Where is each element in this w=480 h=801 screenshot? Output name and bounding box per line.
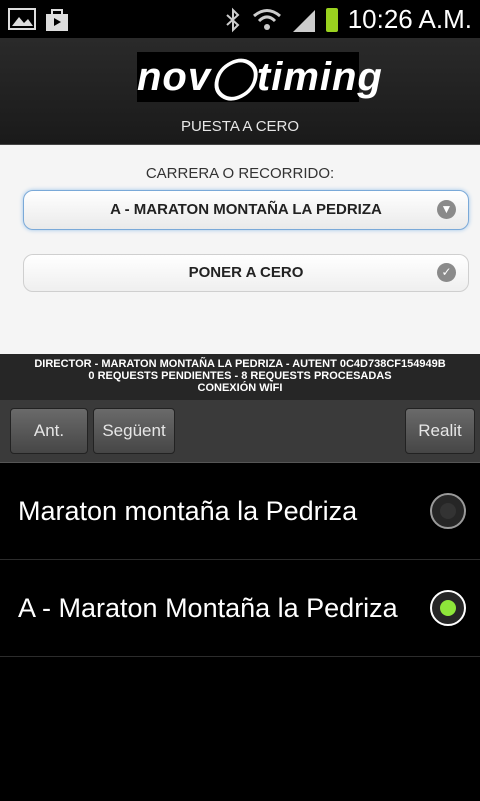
app-logo: nov◯timing — [137, 52, 382, 102]
page-title: PUESTA A CERO — [180, 118, 300, 135]
options-list: Maraton montaña la Pedriza A - Maraton M… — [0, 463, 480, 801]
next-button[interactable]: Següent — [93, 408, 175, 454]
battery-icon — [325, 7, 338, 32]
list-item[interactable]: A - Maraton Montaña la Pedriza — [0, 560, 480, 657]
signal-icon — [292, 9, 315, 32]
reset-button-label: PONER A CERO — [188, 264, 304, 281]
status-bar: 10:26 A.M. — [0, 0, 480, 38]
list-item-label: A - Maraton Montaña la Pedriza — [18, 593, 398, 623]
info-line-3: CONEXIÓN WIFI — [197, 382, 283, 394]
info-bar: DIRECTOR - MARATON MONTAÑA LA PEDRIZA - … — [0, 354, 480, 400]
bag-icon — [46, 9, 68, 31]
radio-dot — [440, 600, 456, 616]
radio-button[interactable] — [430, 493, 466, 529]
chevron-down-icon: ▼ — [437, 200, 456, 219]
bluetooth-icon — [226, 7, 240, 32]
check-icon: ✓ — [437, 263, 456, 282]
status-right: 10:26 A.M. — [224, 4, 472, 35]
radio-dot — [440, 503, 456, 519]
reset-button[interactable]: PONER A CERO ✓ — [23, 254, 469, 292]
race-select-value: A - MARATON MONTAÑA LA PEDRIZA — [110, 201, 382, 218]
list-item-label: Maraton montaña la Pedriza — [18, 496, 358, 526]
gallery-icon — [8, 8, 36, 30]
prev-button[interactable]: Ant. — [10, 408, 88, 454]
clock: 10:26 A.M. — [347, 4, 472, 34]
list-item[interactable]: Maraton montaña la Pedriza — [0, 463, 480, 560]
info-line-1: DIRECTOR - MARATON MONTAÑA LA PEDRIZA - … — [34, 358, 446, 370]
form-panel: CARRERA O RECORRIDO: A - MARATON MONTAÑA… — [0, 145, 480, 354]
race-label: CARRERA O RECORRIDO: — [145, 165, 335, 182]
picker-toolbar: Ant. Següent Realit — [0, 400, 480, 463]
info-line-2: 0 REQUESTS PENDIENTES - 8 REQUESTS PROCE… — [88, 370, 392, 382]
done-button[interactable]: Realit — [405, 408, 475, 454]
status-left-icons — [8, 6, 70, 32]
radio-button[interactable] — [430, 590, 466, 626]
wifi-icon — [252, 8, 281, 30]
race-select[interactable]: A - MARATON MONTAÑA LA PEDRIZA ▼ — [23, 190, 469, 230]
